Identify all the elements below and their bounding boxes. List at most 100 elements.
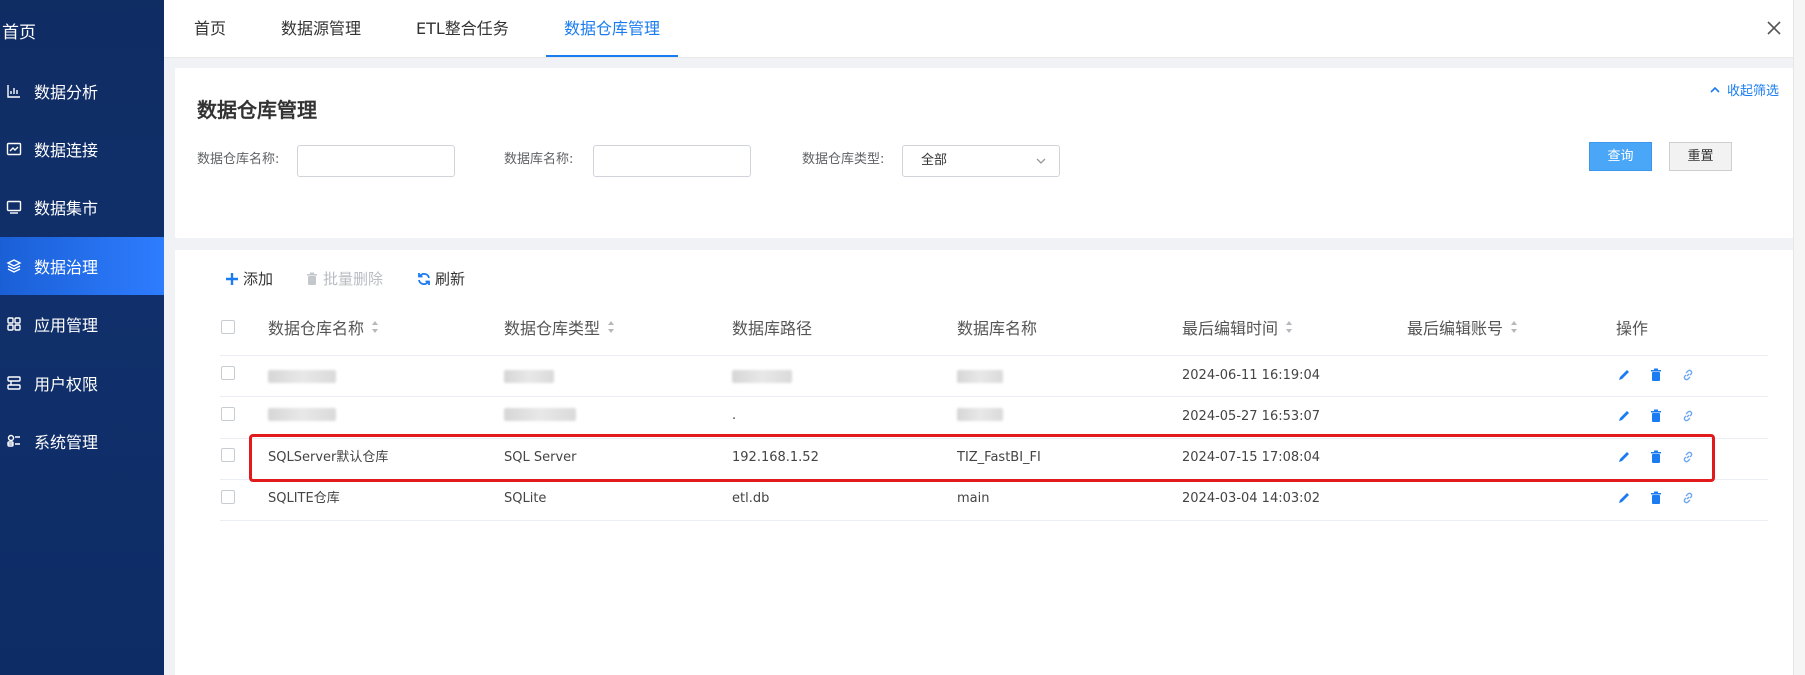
delete-icon[interactable]: [1649, 491, 1663, 505]
redacted-text: [957, 408, 1003, 421]
cell-database-name: main: [957, 491, 990, 506]
active-tab-indicator: [546, 55, 678, 57]
chevron-up-icon: [1710, 86, 1720, 93]
database-name-label: 数据库名称:: [504, 152, 574, 167]
chevron-down-icon: [1036, 158, 1046, 164]
sidebar-item-user-permission[interactable]: 用户权限: [0, 354, 164, 412]
cell-database-path: etl.db: [732, 491, 770, 506]
warehouse-type-label: 数据仓库类型:: [802, 152, 885, 167]
query-button[interactable]: 查询: [1589, 142, 1652, 171]
table-divider: [220, 355, 1768, 356]
sidebar-item-label: 数据集市: [34, 199, 99, 218]
warehouse-name-input[interactable]: [297, 145, 455, 177]
connection-icon: [6, 141, 22, 157]
cell-database-path: .: [732, 408, 737, 423]
layers-icon: [6, 258, 22, 274]
batch-delete-button[interactable]: 批量删除: [305, 268, 383, 289]
page-title: 数据仓库管理: [197, 98, 317, 122]
redacted-text: [268, 370, 336, 383]
redacted-text: [504, 370, 554, 383]
link-icon[interactable]: [1681, 368, 1695, 382]
cell-last-edit-time: 2024-03-04 14:03:02: [1182, 491, 1321, 506]
collapse-filter-button[interactable]: 收起筛选: [1709, 80, 1779, 99]
row-divider: [220, 396, 1768, 397]
table-panel: 添加 批量删除 刷新 数据仓库名称 数据仓库类型 数据库路径 数据库名称 最后编…: [175, 250, 1793, 675]
sort-icon: [608, 321, 615, 333]
cell-warehouse-name: SQLITE仓库: [268, 491, 340, 506]
reset-button[interactable]: 重置: [1669, 142, 1732, 171]
chart-icon: [6, 83, 22, 99]
column-header-warehouse-type[interactable]: 数据仓库类型: [504, 316, 615, 338]
redacted-text: [957, 370, 1003, 383]
sidebar-item-data-mart[interactable]: 数据集市: [0, 178, 164, 236]
warehouse-type-select[interactable]: 全部: [902, 145, 1060, 177]
collapse-filter-label: 收起筛选: [1726, 84, 1779, 99]
redacted-text: [732, 370, 792, 383]
redacted-text: [504, 408, 576, 421]
cell-last-edit-time: 2024-05-27 16:53:07: [1182, 409, 1321, 424]
row-divider: [220, 520, 1768, 521]
highlight-annotation-box: [249, 434, 1715, 482]
page-scrollbar[interactable]: [1793, 0, 1805, 675]
column-header-database-name: 数据库名称: [957, 319, 1038, 338]
grid-icon: [6, 316, 22, 332]
close-icon[interactable]: [1763, 17, 1785, 39]
sidebar-home[interactable]: 首页: [2, 18, 36, 43]
delete-icon[interactable]: [1649, 368, 1663, 382]
sidebar-item-system-management[interactable]: 系统管理: [0, 412, 164, 470]
select-all-checkbox[interactable]: [221, 320, 235, 334]
database-name-input[interactable]: [593, 145, 751, 177]
add-label: 添加: [243, 270, 274, 288]
sidebar-item-data-connection[interactable]: 数据连接: [0, 120, 164, 178]
sort-icon: [1511, 321, 1518, 333]
batch-delete-label: 批量删除: [323, 270, 384, 288]
sort-icon: [1286, 321, 1293, 333]
sidebar-item-label: 数据分析: [34, 83, 99, 102]
sidebar-item-label: 应用管理: [34, 316, 99, 335]
redacted-text: [268, 408, 336, 421]
sidebar: 首页 数据分析 数据连接 数据集市 数据治理 应用管理 用户权限 系统管理: [0, 0, 164, 675]
tab-datasource-management[interactable]: 数据源管理: [281, 0, 361, 58]
warehouse-name-label: 数据仓库名称:: [197, 152, 280, 167]
row-checkbox[interactable]: [221, 366, 235, 380]
column-header-actions: 操作: [1616, 319, 1649, 338]
sidebar-item-label: 数据治理: [34, 258, 99, 277]
row-checkbox[interactable]: [221, 407, 235, 421]
column-header-last-edit-account[interactable]: 最后编辑账号: [1407, 316, 1518, 338]
row-checkbox[interactable]: [221, 490, 235, 504]
link-icon[interactable]: [1681, 491, 1695, 505]
delete-icon[interactable]: [1649, 409, 1663, 423]
refresh-button[interactable]: 刷新: [417, 268, 465, 289]
edit-icon[interactable]: [1617, 491, 1631, 505]
sidebar-item-label: 系统管理: [34, 433, 99, 452]
plus-icon: [226, 272, 238, 285]
sidebar-item-data-analysis[interactable]: 数据分析: [0, 62, 164, 120]
cell-last-edit-time: 2024-06-11 16:19:04: [1182, 368, 1321, 383]
refresh-icon: [418, 272, 430, 285]
user-permission-icon: [6, 375, 22, 391]
column-header-database-path: 数据库路径: [732, 319, 813, 338]
link-icon[interactable]: [1681, 409, 1695, 423]
monitor-icon: [6, 199, 22, 215]
filter-panel: 数据仓库管理 收起筛选 数据仓库名称: 数据库名称: 数据仓库类型: 全部 查询…: [175, 68, 1793, 238]
sidebar-item-app-management[interactable]: 应用管理: [0, 295, 164, 353]
warehouse-type-value: 全部: [921, 153, 948, 168]
column-header-last-edit-time[interactable]: 最后编辑时间: [1182, 316, 1293, 338]
cell-warehouse-type: SQLite: [504, 491, 547, 506]
sidebar-item-data-governance[interactable]: 数据治理: [0, 237, 164, 295]
tab-warehouse-management[interactable]: 数据仓库管理: [564, 0, 660, 58]
column-header-warehouse-name[interactable]: 数据仓库名称: [268, 316, 379, 338]
edit-icon[interactable]: [1617, 368, 1631, 382]
tab-etl-tasks[interactable]: ETL整合任务: [416, 0, 509, 58]
tab-bar: 首页 数据源管理 ETL整合任务 数据仓库管理: [164, 0, 1805, 58]
refresh-label: 刷新: [435, 270, 466, 288]
row-checkbox[interactable]: [221, 448, 235, 462]
add-button[interactable]: 添加: [225, 268, 273, 289]
sidebar-item-label: 数据连接: [34, 141, 99, 160]
tab-home[interactable]: 首页: [194, 0, 226, 58]
system-icon: [6, 433, 22, 449]
edit-icon[interactable]: [1617, 409, 1631, 423]
trash-icon: [307, 272, 317, 285]
sort-icon: [372, 321, 379, 333]
sidebar-item-label: 用户权限: [34, 375, 99, 394]
